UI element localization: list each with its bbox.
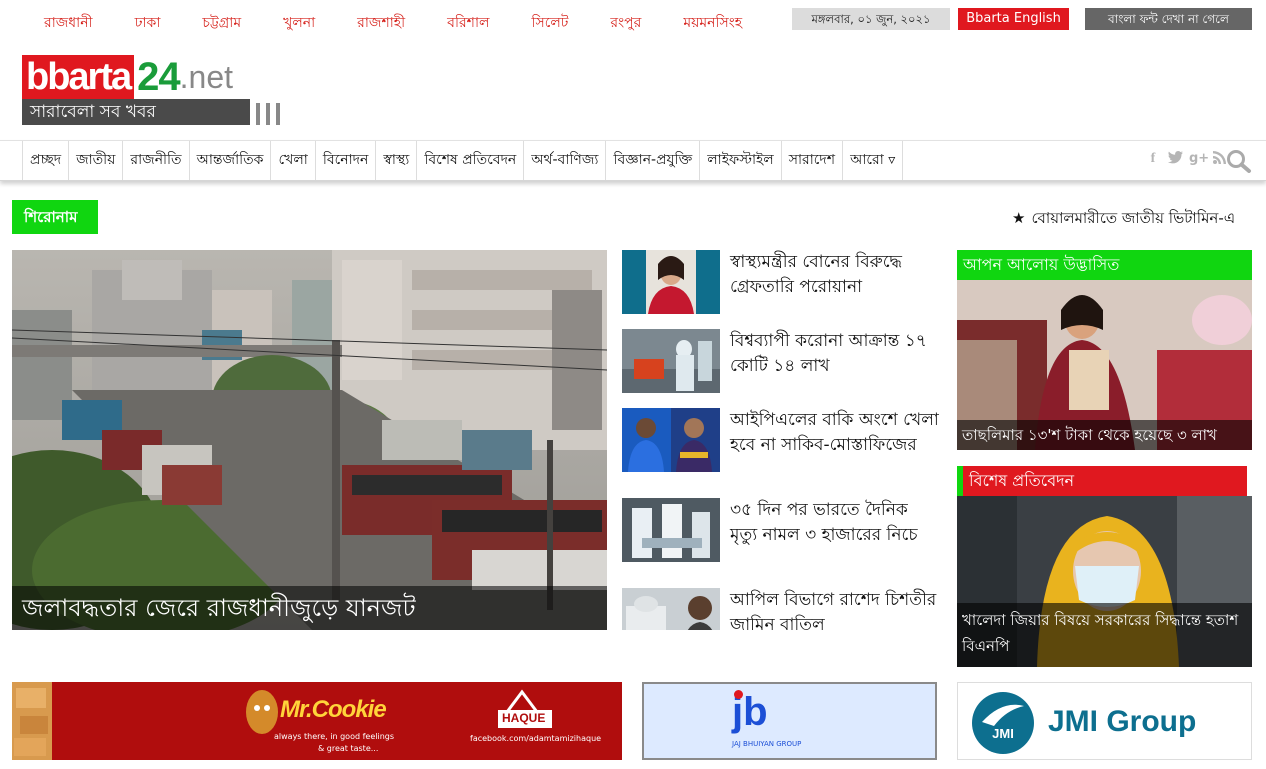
ad-jmi-badge: JMI bbox=[972, 692, 1034, 754]
division-link-rajshahi[interactable]: রাজশাহী bbox=[357, 11, 405, 35]
division-link-khulna[interactable]: খুলনা bbox=[283, 11, 315, 35]
division-link-mymensingh[interactable]: ময়মনসিংহ bbox=[683, 11, 742, 35]
nav-item-special-report[interactable]: বিশেষ প্রতিবেদন bbox=[417, 141, 525, 180]
division-link-sylhet[interactable]: সিলেট bbox=[531, 11, 568, 35]
ad-banner-jmi[interactable]: JMI JMI Group bbox=[957, 682, 1252, 760]
search-icon[interactable] bbox=[1226, 149, 1252, 173]
lead-story-image bbox=[12, 250, 607, 630]
news-title: ৩৫ দিন পর ভারতে দৈনিক মৃত্যু নামল ৩ হাজা… bbox=[730, 500, 918, 545]
site-logo[interactable]: bbarta 24 .net সারাবেলা সব খবর bbox=[22, 55, 308, 127]
ticker-headline: বোয়ালমারীতে জাতীয় ভিটামিন-এ bbox=[1031, 209, 1236, 227]
ad-jmi-badge-text: JMI bbox=[992, 726, 1014, 741]
feature-box-caption: খালেদা জিয়ার বিষয়ে সরকারের সিদ্ধান্তে … bbox=[957, 603, 1252, 667]
news-item[interactable]: বিশ্বব্যাপী করোনা আক্রান্ত ১৭ কোটি ১৪ লা… bbox=[622, 329, 940, 393]
news-item[interactable]: আপিল বিভাগে রাশেদ চিশতীর জামিন বাতিল bbox=[622, 588, 940, 630]
news-thumbnail bbox=[622, 329, 720, 393]
news-item[interactable]: স্বাস্থ্যমন্ত্রীর বোনের বিরুদ্ধে গ্রেফতা… bbox=[622, 250, 940, 314]
news-thumbnail bbox=[622, 408, 720, 472]
nav-item-more[interactable]: আরো ▿ bbox=[843, 141, 904, 180]
social-icons: f g+ bbox=[1145, 151, 1227, 168]
headline-ticker-label: শিরোনাম bbox=[12, 200, 98, 234]
ad-jb-dot-icon bbox=[734, 690, 743, 699]
headline-ticker-text[interactable]: ★ বোয়ালমারীতে জাতীয় ভিটামিন-এ bbox=[1012, 207, 1266, 229]
ad-mrcookie-slogan1: always there, in good feelings bbox=[274, 732, 395, 741]
feature-box-special-report[interactable]: বিশেষ প্রতিবেদন খালেদা জিয়ার বিষয়ে সরক… bbox=[957, 466, 1252, 667]
ad-haque-facebook: facebook.com/adamtamizihaque bbox=[470, 734, 602, 743]
logo-text-net: .net bbox=[179, 59, 234, 95]
news-thumbnail bbox=[622, 588, 720, 630]
nav-item-sports[interactable]: খেলা bbox=[271, 141, 316, 180]
bangla-font-help-button[interactable]: বাংলা ফন্ট দেখা না গেলে bbox=[1085, 8, 1252, 30]
nav-item-politics[interactable]: রাজনীতি bbox=[123, 141, 190, 180]
lead-story[interactable]: জলাবদ্ধতার জেরে রাজধানীজুড়ে যানজট bbox=[12, 250, 607, 630]
division-link-dhaka[interactable]: ঢাকা bbox=[135, 11, 161, 35]
feature-box-header: বিশেষ প্রতিবেদন bbox=[957, 466, 1247, 496]
news-thumbnail bbox=[622, 498, 720, 562]
ad-haque-logo-text: HAQUE bbox=[502, 711, 546, 725]
news-title: আইপিএলের বাকি অংশে খেলা হবে না সাকিব-মোস… bbox=[730, 410, 939, 455]
current-date: মঙ্গলবার, ০১ জুন, ২০২১ bbox=[792, 8, 950, 30]
lead-story-headline: জলাবদ্ধতার জেরে রাজধানীজুড়ে যানজট bbox=[12, 586, 607, 630]
feature-box-inspiring[interactable]: আপন আলোয় উদ্ভাসিত তাছলিমার ১৩'শ টাকা থে… bbox=[957, 250, 1252, 450]
ad-jmi-swoosh-icon bbox=[982, 704, 1024, 726]
division-links: রাজধানী ঢাকা চট্টগ্রাম খুলনা রাজশাহী বরি… bbox=[44, 11, 784, 35]
division-link-rangpur[interactable]: রংপুর bbox=[610, 11, 641, 35]
logo-wordmark: bbarta 24 .net bbox=[22, 55, 233, 99]
logo-text-bbarta: bbarta bbox=[22, 55, 135, 99]
division-link-rajdhani[interactable]: রাজধানী bbox=[44, 11, 93, 35]
news-title: আপিল বিভাগে রাশেদ চিশতীর জামিন বাতিল bbox=[730, 590, 937, 630]
nav-item-entertainment[interactable]: বিনোদন bbox=[316, 141, 377, 180]
nav-item-home[interactable]: প্রচ্ছদ bbox=[23, 141, 70, 180]
ad-jmi-name: JMI Group bbox=[1048, 705, 1197, 738]
logo-text-24: 24 bbox=[137, 55, 180, 99]
news-item[interactable]: আইপিএলের বাকি অংশে খেলা হবে না সাকিব-মোস… bbox=[622, 408, 940, 472]
logo-bars-decoration bbox=[254, 99, 304, 125]
nav-item-health[interactable]: স্বাস্থ্য bbox=[376, 141, 418, 180]
main-navigation: প্রচ্ছদ জাতীয় রাজনীতি আন্তর্জাতিক খেলা … bbox=[0, 140, 1266, 181]
twitter-icon[interactable] bbox=[1167, 151, 1183, 168]
logo-tagline: সারাবেলা সব খবর bbox=[22, 99, 250, 125]
top-bar: রাজধানী ঢাকা চট্টগ্রাম খুলনা রাজশাহী বরি… bbox=[0, 0, 1266, 44]
nav-item-business[interactable]: অর্থ-বাণিজ্য bbox=[524, 141, 607, 180]
ad-banner-jaj-bhuiyan[interactable]: jb JAJ BHUIYAN GROUP bbox=[642, 682, 937, 760]
news-title: স্বাস্থ্যমন্ত্রীর বোনের বিরুদ্ধে গ্রেফতা… bbox=[730, 252, 903, 297]
facebook-icon[interactable]: f bbox=[1145, 151, 1161, 168]
nav-item-national[interactable]: জাতীয় bbox=[69, 141, 124, 180]
nav-item-international[interactable]: আন্তর্জাতিক bbox=[190, 141, 272, 180]
nav-item-lifestyle[interactable]: লাইফস্টাইল bbox=[700, 141, 782, 180]
nav-menu: প্রচ্ছদ জাতীয় রাজনীতি আন্তর্জাতিক খেলা … bbox=[22, 141, 904, 180]
ad-jb-name: JAJ BHUIYAN GROUP bbox=[732, 740, 802, 748]
star-icon: ★ bbox=[1012, 209, 1026, 227]
ad-banner-mrcookie[interactable]: Mr.Cookie always there, in good feelings… bbox=[12, 682, 622, 760]
google-plus-icon[interactable]: g+ bbox=[1189, 151, 1209, 168]
english-version-button[interactable]: Bbarta English bbox=[958, 8, 1069, 30]
nav-item-country[interactable]: সারাদেশ bbox=[782, 141, 844, 180]
feature-box-caption: তাছলিমার ১৩'শ টাকা থেকে হয়েছে ৩ লাখ bbox=[957, 420, 1252, 450]
news-item[interactable]: ৩৫ দিন পর ভারতে দৈনিক মৃত্যু নামল ৩ হাজা… bbox=[622, 498, 940, 562]
division-link-chattogram[interactable]: চট্টগ্রাম bbox=[202, 11, 241, 35]
ad-mrcookie-slogan2: & great taste... bbox=[318, 744, 379, 753]
division-link-barishal[interactable]: বরিশাল bbox=[447, 11, 489, 35]
nav-item-science-tech[interactable]: বিজ্ঞান-প্রযুক্তি bbox=[606, 141, 701, 180]
rss-icon[interactable] bbox=[1211, 151, 1227, 168]
ad-mrcookie-brand: Mr.Cookie bbox=[280, 696, 387, 723]
news-thumbnail bbox=[622, 250, 720, 314]
news-title: বিশ্বব্যাপী করোনা আক্রান্ত ১৭ কোটি ১৪ লা… bbox=[730, 331, 927, 376]
feature-box-header: আপন আলোয় উদ্ভাসিত bbox=[957, 250, 1252, 280]
